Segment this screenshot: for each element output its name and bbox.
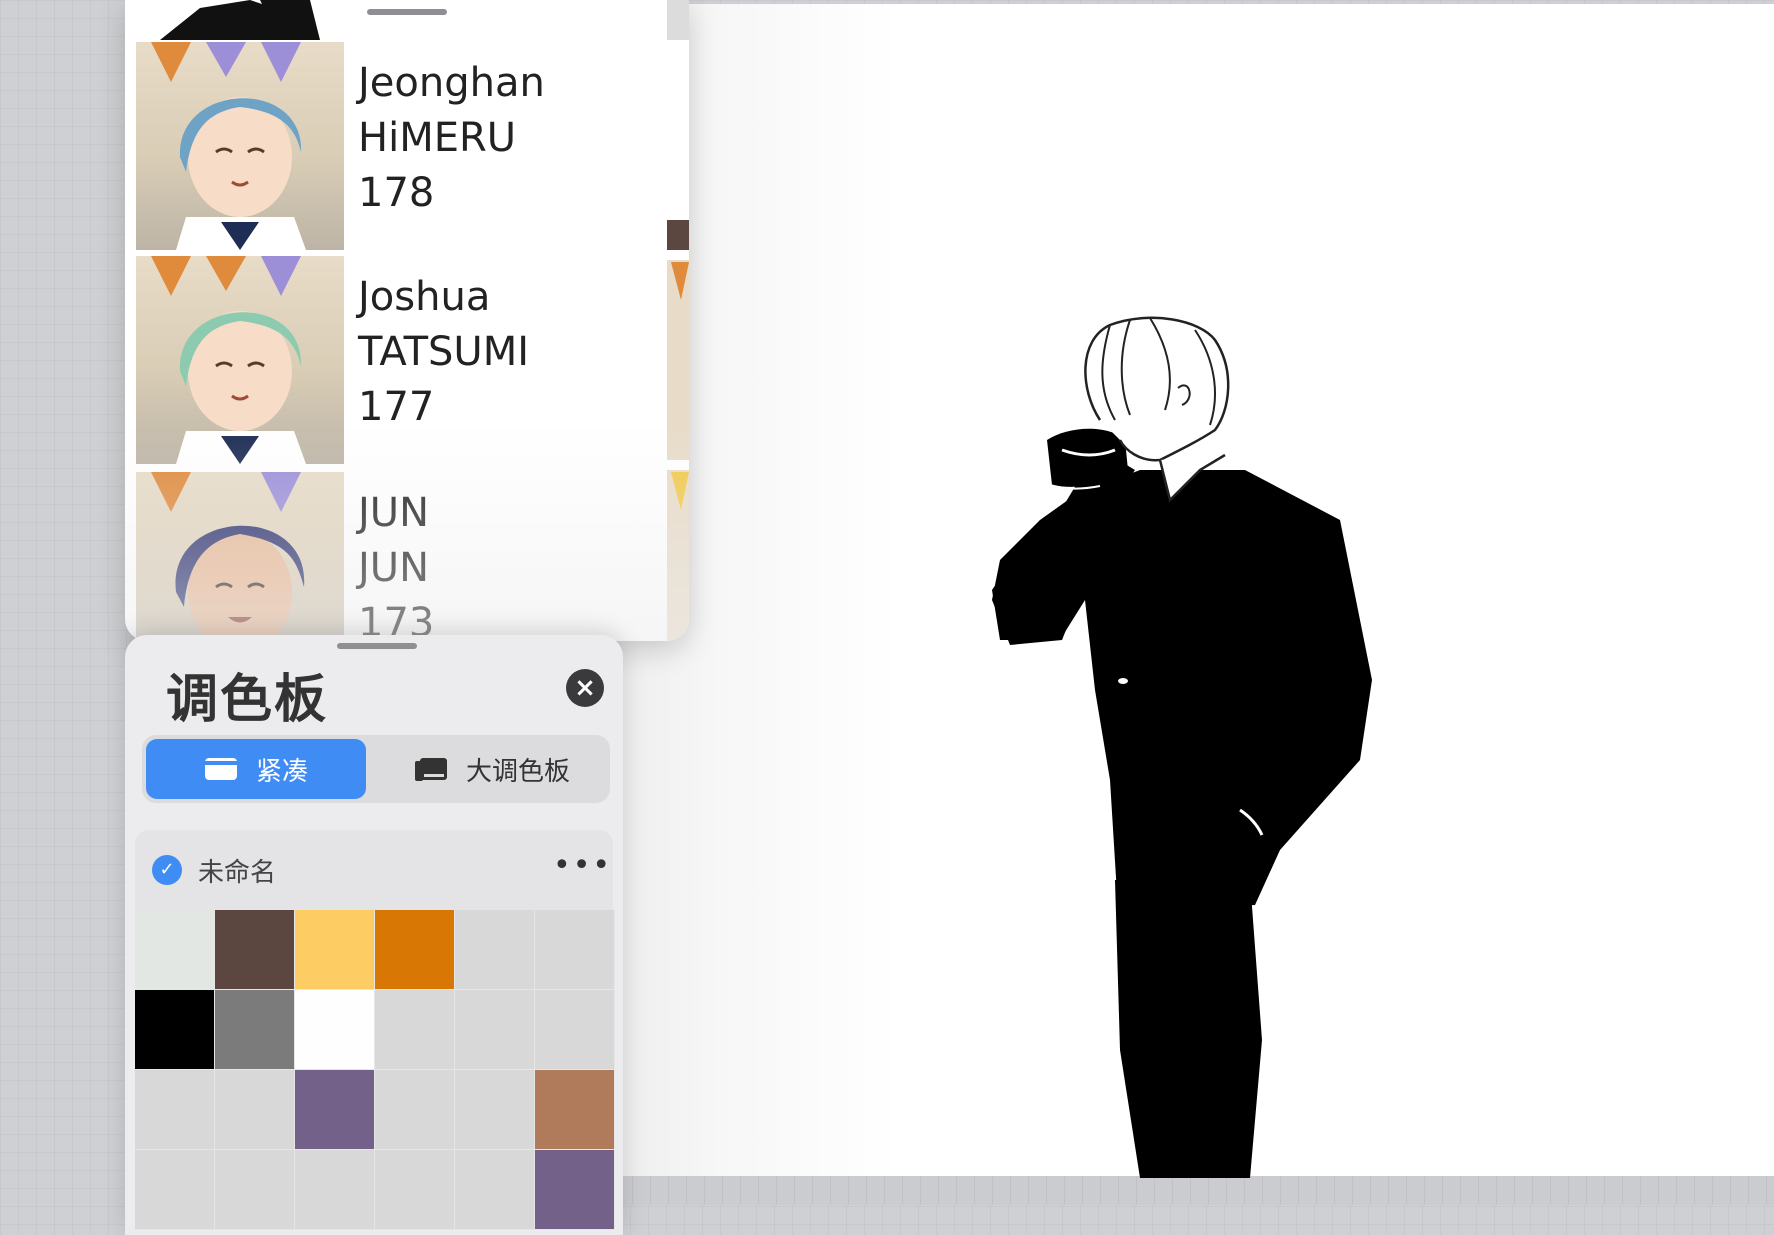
color-swatch[interactable]	[295, 1150, 375, 1230]
reference-window[interactable]: Jeonghan HiMERU 178 Joshua TATSUMI 177 J…	[125, 0, 689, 641]
color-swatch[interactable]	[135, 1150, 215, 1230]
palette-view-switcher: 紧凑 大调色板	[142, 735, 610, 803]
color-swatch[interactable]	[215, 1150, 295, 1230]
palette-title: 调色板	[166, 670, 329, 730]
color-swatch[interactable]	[375, 910, 455, 990]
entry-name-1: Jeonghan	[358, 60, 545, 106]
color-swatch[interactable]	[295, 910, 375, 990]
color-swatch[interactable]	[535, 1150, 615, 1230]
entry-name-1: Joshua	[358, 274, 491, 320]
palette-drag-handle[interactable]	[337, 643, 417, 649]
entry-name-1: JUN	[358, 490, 429, 536]
entry-height: 178	[358, 170, 435, 216]
reference-entry: Jeonghan HiMERU 178	[136, 42, 689, 252]
reference-entry: Joshua TATSUMI 177	[136, 256, 689, 466]
character-portrait	[136, 42, 344, 250]
tab-large-palette[interactable]: 大调色板	[378, 739, 606, 799]
color-swatch[interactable]	[455, 910, 535, 990]
entry-height: 177	[358, 384, 435, 430]
color-swatch[interactable]	[535, 910, 615, 990]
entry-name-2: HiMERU	[358, 115, 517, 161]
sketch-figure	[992, 316, 1372, 1178]
color-swatch[interactable]	[375, 1150, 455, 1230]
palette-name[interactable]: 未命名	[198, 852, 276, 889]
tab-compact-label: 紧凑	[255, 756, 308, 787]
cropped-portrait-top	[160, 0, 320, 40]
canvas-bottom-edge	[560, 1176, 1774, 1205]
color-swatch[interactable]	[295, 990, 375, 1070]
color-swatch[interactable]	[455, 1070, 535, 1150]
card-icon	[204, 758, 237, 780]
tab-large-palette-label: 大调色板	[465, 756, 570, 787]
tab-compact[interactable]: 紧凑	[146, 739, 366, 799]
color-swatch[interactable]	[135, 990, 215, 1070]
color-swatch[interactable]	[135, 1070, 215, 1150]
color-swatch[interactable]	[375, 1070, 455, 1150]
ellipsis-icon[interactable]: •••	[553, 848, 612, 883]
color-swatch[interactable]	[215, 1070, 295, 1150]
close-icon[interactable]: ×	[566, 669, 604, 707]
palette-header: ✓ 未命名 •••	[135, 830, 613, 910]
color-swatch[interactable]	[455, 990, 535, 1070]
entry-name-2: TATSUMI	[358, 329, 529, 375]
reference-drag-handle[interactable]	[367, 9, 447, 15]
swatch-grid	[135, 910, 615, 1230]
checkmark-icon[interactable]: ✓	[152, 855, 182, 885]
reference-entry: JUN JUN 173	[136, 472, 689, 641]
adjacent-image-strip	[667, 0, 689, 641]
color-swatch[interactable]	[375, 990, 455, 1070]
character-portrait	[136, 472, 344, 641]
color-swatch[interactable]	[535, 990, 615, 1070]
color-swatch[interactable]	[135, 910, 215, 990]
entry-name-2: JUN	[358, 545, 429, 591]
color-swatch[interactable]	[455, 1150, 535, 1230]
color-swatch[interactable]	[295, 1070, 375, 1150]
book-stack-icon	[414, 758, 447, 781]
color-swatch[interactable]	[215, 910, 295, 990]
color-swatch[interactable]	[215, 990, 295, 1070]
character-portrait	[136, 256, 344, 464]
palette-panel: 调色板 × 紧凑 大调色板 ✓ 未命名 •••	[125, 635, 623, 1235]
color-swatch[interactable]	[535, 1070, 615, 1150]
